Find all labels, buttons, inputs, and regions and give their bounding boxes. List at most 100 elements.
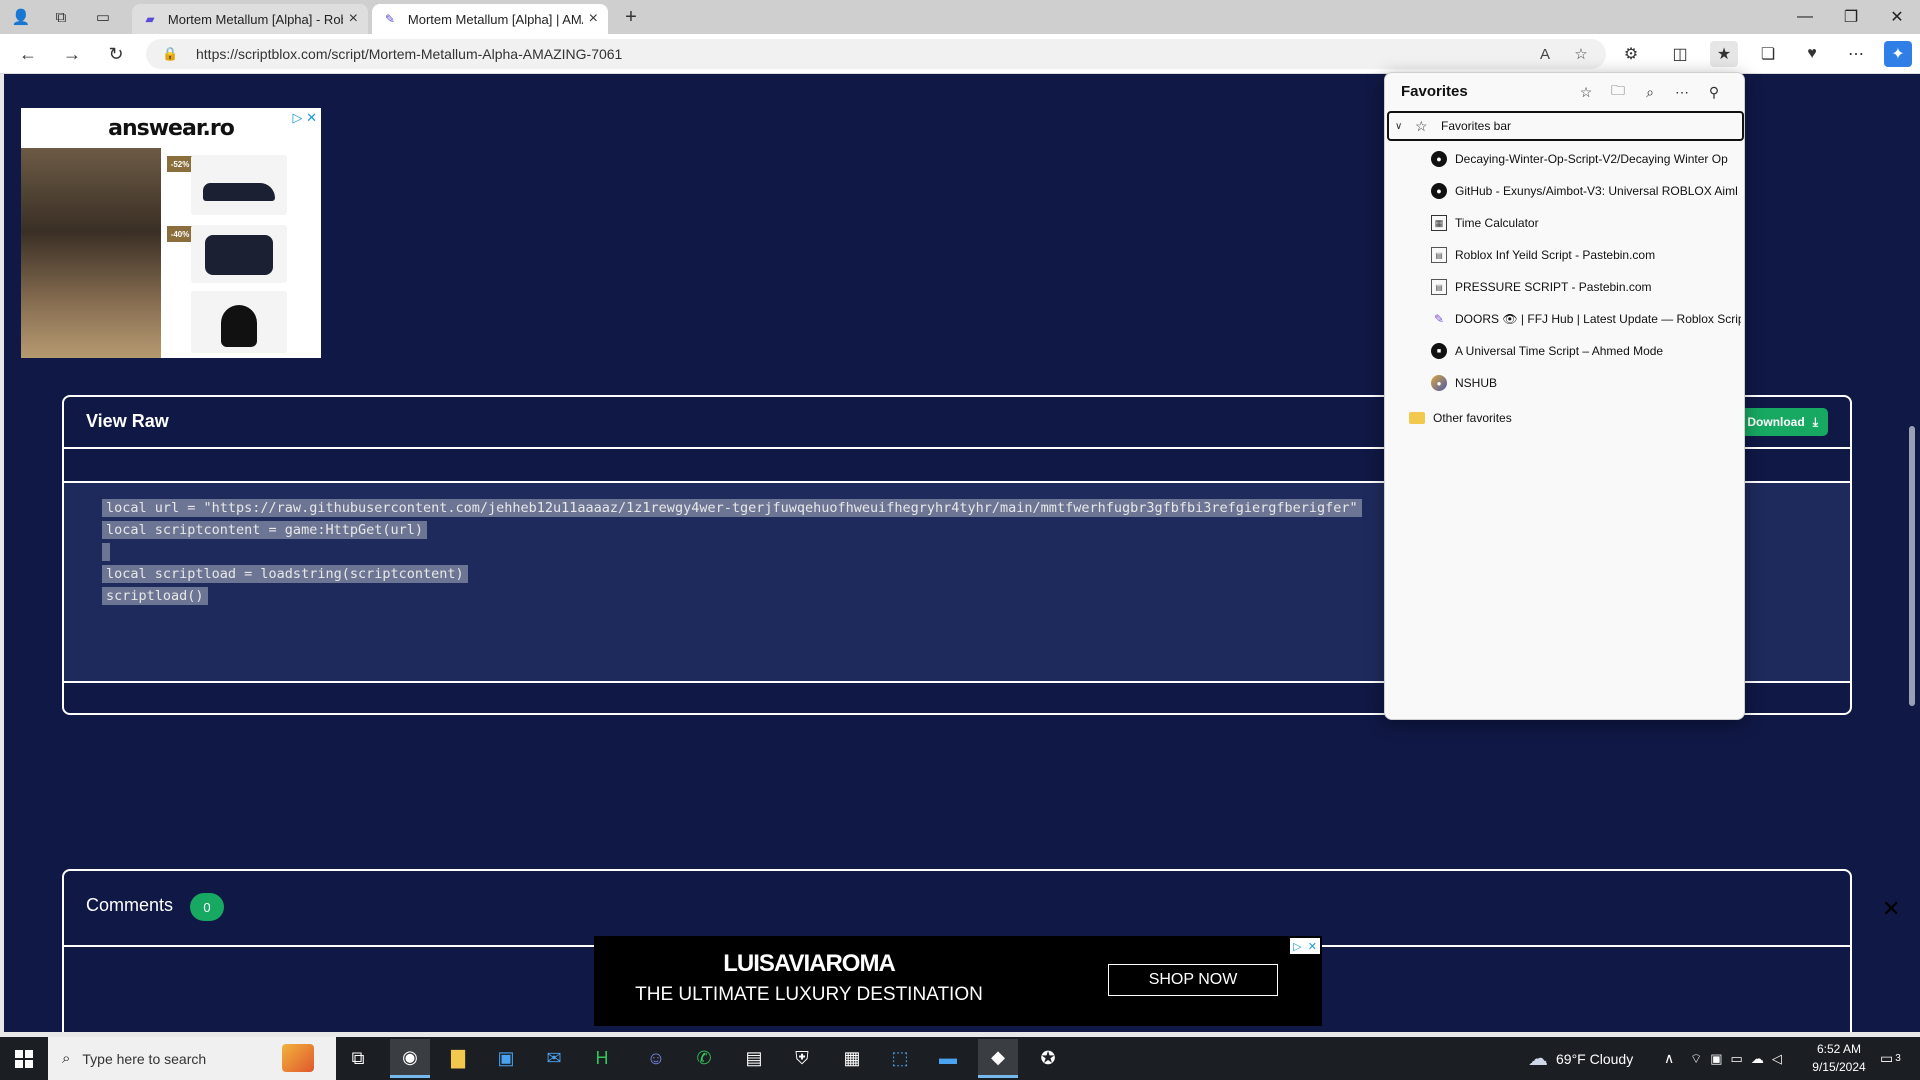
favorite-label: Time Calculator [1455,216,1539,230]
other-favorites-folder[interactable]: Other favorites [1409,403,1512,433]
code-text[interactable]: local url = "https://raw.githubuserconte… [102,497,1362,607]
edge-icon[interactable]: ◉ [390,1039,430,1078]
favorites-bar-folder[interactable]: ∨ ☆ Favorites bar [1387,111,1744,141]
favorite-label: A Universal Time Script – Ahmed Mode [1455,344,1664,358]
lock-icon[interactable]: 🔒 [162,46,184,62]
read-aloud-icon[interactable]: A͏ [1534,43,1556,65]
add-favorite-star-icon[interactable]: ☆ [1570,43,1592,65]
favorite-label: DOORS 👁 | FFJ Hub | Latest Update — Robl… [1455,312,1741,326]
app-icon[interactable]: ▤ [734,1039,774,1078]
chevron-down-icon[interactable]: ∨ [1395,121,1415,132]
system-tray-icons[interactable]: ⌔ ▣ ▭ ☁ ◁ [1690,1037,1782,1080]
more-options-icon[interactable]: ⋯ [1671,81,1693,103]
snipping-tool-icon[interactable]: ⬚ [880,1039,920,1078]
roblox-icon[interactable]: ◆ [978,1039,1018,1078]
new-tab-button[interactable]: + [620,6,642,28]
windows-taskbar: ⌕ Type here to search ⧉ ◉ ▇ ▣ ✉ H ☺ ✆ ▤ … [0,1037,1920,1080]
favorite-item[interactable]: ● GitHub - Exunys/Aimbot-V3: Universal R… [1431,175,1741,207]
restore-button[interactable]: ❐ [1828,0,1874,34]
close-window-button[interactable]: ✕ [1874,0,1920,34]
favorite-item[interactable]: ● Decaying-Winter-Op-Script-V2/Decaying … [1431,143,1741,175]
pin-icon[interactable]: ⚲ [1703,81,1725,103]
scrollbar-thumb[interactable] [1909,426,1915,706]
ad-choices-icon[interactable]: ▷ ✕ [292,110,317,126]
ad-banner-answear[interactable]: answear.ro ▷ ✕ -52% -40% [21,108,321,358]
code-line: local scriptcontent = game:HttpGet(url) [102,519,1362,541]
start-button[interactable] [0,1037,48,1080]
search-icon: ⌕ [62,1050,71,1067]
favorite-label: Roblox Inf Yeild Script - Pastebin.com [1455,248,1656,262]
tab-roblox[interactable]: ▰ Mortem Metallum [Alpha] - Roblo × [132,4,368,34]
notepad-icon[interactable]: ▦ [832,1039,872,1078]
file-explorer-icon[interactable]: ▇ [438,1039,478,1078]
favorite-item[interactable]: ■ A Universal Time Script – Ahmed Mode [1431,335,1741,367]
collections-icon[interactable]: ❏ [1754,41,1782,67]
mail-icon[interactable]: ✉ [534,1039,574,1078]
comment-count-badge: 0 [190,893,224,921]
favorites-icon[interactable]: ★ [1710,41,1738,67]
discount-badge: -52% [167,156,193,172]
tab-actions-icon[interactable]: ▭ [92,6,114,28]
favorite-label: GitHub - Exunys/Aimbot-V3: Universal ROB… [1455,184,1738,198]
ad-banner-luisaviaroma[interactable]: LUISAVIAROMA THE ULTIMATE LUXURY DESTINA… [594,936,1322,1026]
onedrive-icon[interactable]: ☁ [1751,1051,1764,1067]
clock[interactable]: 6:52 AM 9/15/2024 [1808,1040,1870,1076]
favorite-item[interactable]: ▤ PRESSURE SCRIPT - Pastebin.com [1431,271,1741,303]
favorite-item[interactable]: ✎ DOORS 👁 | FFJ Hub | Latest Update — Ro… [1431,303,1741,335]
folder-icon [1409,412,1425,424]
show-hidden-icons[interactable]: ∧ [1664,1037,1674,1080]
minimize-button[interactable]: — [1782,0,1828,34]
ad-choices-icon[interactable]: ▷ ✕ [1290,938,1320,954]
discord-icon[interactable]: ☺ [636,1039,676,1078]
github-icon: ● [1431,151,1447,167]
meet-now-icon[interactable]: ▣ [1710,1051,1722,1067]
page-edge [0,74,4,1037]
browser-essentials-icon[interactable]: ♥ [1798,41,1826,67]
close-tab-icon[interactable]: × [349,10,358,28]
workspaces-icon[interactable]: ⧉ [50,6,72,28]
notifications-button[interactable]: ▭ 3 [1880,1037,1901,1080]
store-icon[interactable]: ▣ [486,1039,526,1078]
extensions-icon[interactable]: ⚙ [1617,41,1645,67]
copilot-icon[interactable]: ✦ [1884,41,1912,67]
taskbar-search[interactable]: ⌕ Type here to search [48,1037,336,1080]
shop-now-button[interactable]: SHOP NOW [1108,964,1278,996]
weather-widget[interactable]: ☁ 69°F Cloudy [1528,1037,1633,1080]
task-view-icon[interactable]: ⧉ [338,1039,378,1078]
close-ad-icon[interactable]: ✕ [1882,896,1900,922]
favorite-item[interactable]: ● NSHUB [1431,367,1741,399]
add-favorite-icon[interactable]: ☆ [1575,81,1597,103]
battery-icon[interactable]: ▭ [1731,1051,1743,1067]
security-shield-icon[interactable]: ⛨ [782,1039,822,1078]
refresh-button[interactable]: ↻ [102,41,130,67]
search-favorites-icon[interactable]: ⌕ [1639,81,1661,103]
close-tab-icon[interactable]: × [589,10,598,28]
tab-scriptblox[interactable]: ✎ Mortem Metallum [Alpha] | AMAZ × [372,4,608,34]
favorite-item[interactable]: ▦ Time Calculator [1431,207,1741,239]
volume-icon[interactable]: ◁ [1772,1051,1782,1067]
search-highlight-icon[interactable] [282,1044,314,1072]
star-app-icon[interactable]: ✪ [1028,1039,1068,1078]
settings-more-icon[interactable]: ⋯ [1842,41,1870,67]
back-button[interactable]: ← [14,41,42,67]
address-bar[interactable]: 🔒 https://scriptblox.com/script/Mortem-M… [146,39,1606,69]
split-screen-icon[interactable]: ◫ [1666,41,1694,67]
whatsapp-icon[interactable]: ✆ [684,1039,724,1078]
pastebin-icon: ▤ [1431,247,1447,263]
favorite-item[interactable]: ▤ Roblox Inf Yeild Script - Pastebin.com [1431,239,1741,271]
forward-button[interactable]: → [58,41,86,67]
app-window-icon[interactable]: ▬ [928,1039,968,1078]
pastebin-icon: ▤ [1431,279,1447,295]
ad-brand: answear.ro [108,116,235,141]
panel-title: Comments [86,895,174,915]
profile-icon[interactable]: 👤 [10,6,32,28]
scriptblox-favicon-icon: ✎ [384,12,395,26]
url-text[interactable]: https://scriptblox.com/script/Mortem-Met… [196,46,622,62]
network-icon[interactable]: ⌔ [1690,1051,1702,1067]
clock-date: 9/15/2024 [1812,1060,1866,1074]
github-icon: ● [1431,183,1447,199]
add-folder-icon[interactable]: 🗀 [1607,81,1629,103]
h-app-icon[interactable]: H [582,1039,622,1078]
clock-time: 6:52 AM [1816,1042,1862,1056]
download-button[interactable]: Download ⤓ [1733,408,1828,436]
